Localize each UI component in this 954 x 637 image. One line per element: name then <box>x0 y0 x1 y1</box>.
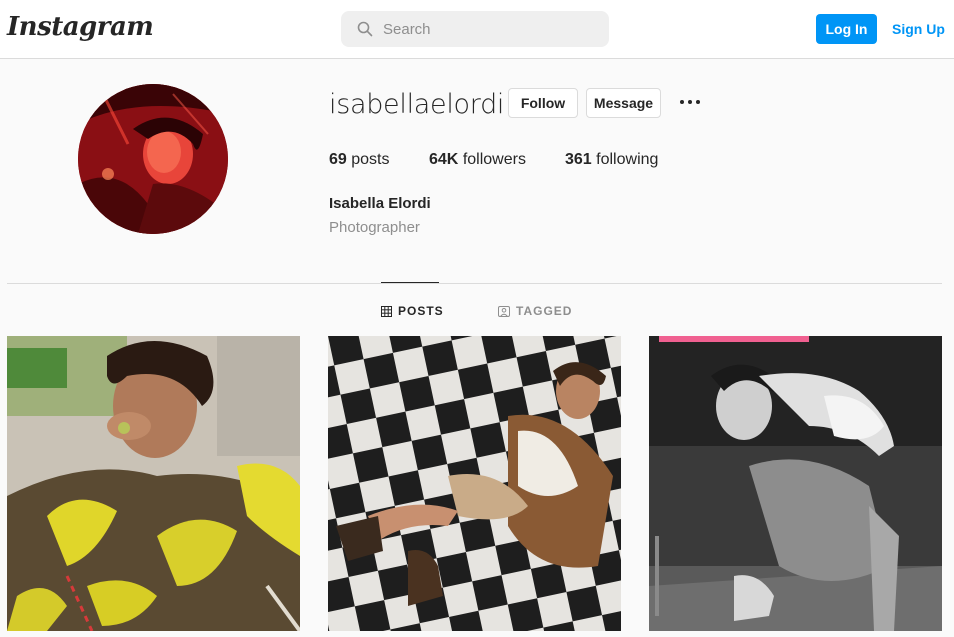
post-image-3 <box>649 336 942 631</box>
profile-avatar[interactable] <box>78 84 228 234</box>
avatar-photo <box>78 84 228 234</box>
more-options-icon[interactable] <box>678 98 702 106</box>
post-thumbnail-2[interactable] <box>328 336 621 631</box>
search-box[interactable] <box>341 11 609 47</box>
active-tab-indicator <box>381 282 439 283</box>
followers-count-value: 64K <box>429 151 459 168</box>
magazine-cover-text: ABOUT TOWN <box>661 337 715 344</box>
tagged-user-icon <box>498 305 510 317</box>
following-count[interactable]: 361 following <box>565 151 658 169</box>
message-button[interactable]: Message <box>586 88 661 118</box>
profile-username: isabellaelordi <box>329 89 505 120</box>
tab-tagged-label: TAGGED <box>516 304 573 318</box>
followers-count[interactable]: 64K followers <box>429 151 526 169</box>
following-count-value: 361 <box>565 151 592 168</box>
followers-count-label: followers <box>462 151 526 168</box>
profile-bio: Photographer <box>329 219 420 236</box>
follow-button[interactable]: Follow <box>508 88 578 118</box>
login-button[interactable]: Log In <box>816 14 877 44</box>
tab-posts-label: POSTS <box>398 304 444 318</box>
instagram-logo[interactable]: Instagram <box>7 12 154 42</box>
post-thumbnail-3[interactable]: ABOUT TOWN <box>649 336 942 631</box>
posts-count: 69 posts <box>329 151 390 169</box>
post-image-2 <box>328 336 621 631</box>
top-navigation-bar: Instagram Log In Sign Up <box>0 0 954 59</box>
tab-tagged[interactable]: TAGGED <box>498 304 572 318</box>
search-input[interactable] <box>383 11 603 47</box>
following-count-label: following <box>596 151 659 168</box>
signup-link[interactable]: Sign Up <box>892 21 945 37</box>
profile-full-name: Isabella Elordi <box>329 195 431 212</box>
grid-icon <box>381 305 392 317</box>
post-thumbnail-1[interactable] <box>7 336 300 631</box>
posts-count-value: 69 <box>329 151 347 168</box>
search-icon <box>357 21 373 37</box>
posts-count-label: posts <box>351 151 390 168</box>
tabs-divider <box>7 283 942 284</box>
post-image-1 <box>7 336 300 631</box>
tab-posts[interactable]: POSTS <box>381 304 444 318</box>
